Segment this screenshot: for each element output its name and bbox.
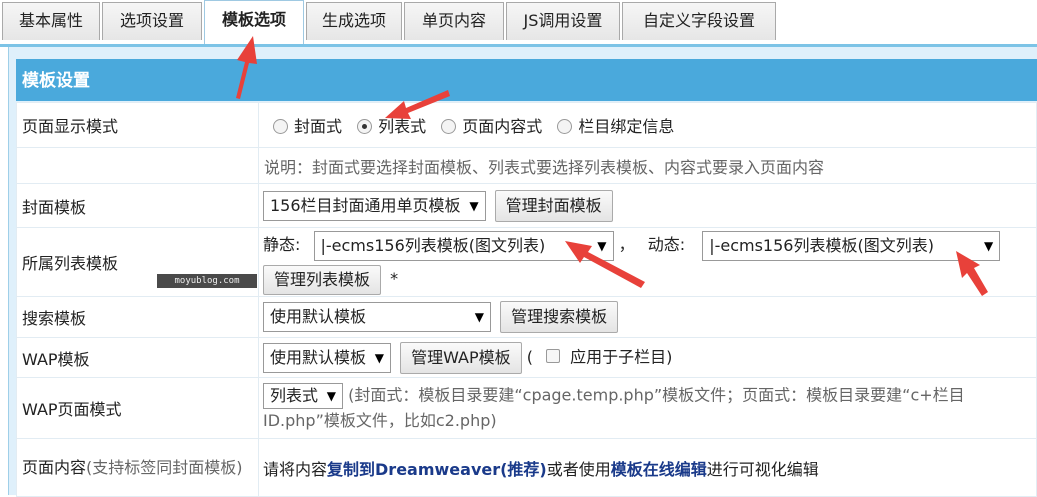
dropdown-arrow-icon: ▼ xyxy=(469,198,479,213)
dropdown-arrow-icon: ▼ xyxy=(374,350,385,365)
dynamic-label: 动态: xyxy=(647,235,686,254)
apply-to-subcolumns-label[interactable]: 应用于子栏目) xyxy=(570,347,672,366)
dynamic-list-template-select[interactable]: |-ecms156列表模板(图文列表) ▼ xyxy=(702,230,1001,261)
page-content-text-prefix: 请将内容 xyxy=(263,459,328,479)
display-mode-options: 封面式 列表式 页面内容式 栏目绑定信息 xyxy=(258,102,1037,148)
panel-title: 模板设置 xyxy=(16,59,1037,101)
row-wap-mode: WAP页面模式 列表式 ▼ (封面式：模板目录要建“cpage.temp.php… xyxy=(16,377,1037,439)
search-template-select[interactable]: 使用默认模板 ▼ xyxy=(263,302,491,332)
row-page-content: 页面内容(支持标签同封面模板) 请将内容复制到Dreamweaver(推荐)或者… xyxy=(16,438,1037,497)
display-mode-note: 说明：封面式要选择封面模板、列表式要选择列表模板、内容式要录入页面内容 xyxy=(258,147,1037,184)
tab-option-settings[interactable]: 选项设置 xyxy=(102,2,202,40)
wap-mode-select[interactable]: 列表式 ▼ xyxy=(263,383,344,409)
radio-page-content[interactable] xyxy=(441,119,457,134)
dynamic-list-template-value: |-ecms156列表模板(图文列表) xyxy=(709,235,934,255)
wap-mode-value: 列表式 xyxy=(270,386,319,405)
page-content-label: 页面内容 xyxy=(22,457,87,477)
page-content-text-suffix: 进行可视化编辑 xyxy=(706,459,819,479)
apply-to-subcolumns-checkbox[interactable] xyxy=(546,349,561,363)
empty-label xyxy=(16,147,259,184)
tab-js-call-settings[interactable]: JS调用设置 xyxy=(506,2,620,40)
search-template-value: 使用默认模板 xyxy=(270,307,367,326)
row-cover-template: 封面模板 156栏目封面通用单页模板 ▼ 管理封面模板 xyxy=(16,183,1037,228)
wap-template-value: 使用默认模板 xyxy=(270,347,367,367)
radio-bind-info[interactable] xyxy=(557,119,573,134)
display-mode-label: 页面显示模式 xyxy=(16,102,259,148)
online-template-edit-link[interactable]: 模板在线编辑 xyxy=(611,460,707,479)
static-label: 静态: xyxy=(263,235,301,254)
template-settings-form: 页面显示模式 封面式 列表式 页面内容式 栏目绑定信息 说明：封面式要选择封面模… xyxy=(16,102,1037,497)
dropdown-arrow-icon: ▼ xyxy=(326,389,337,403)
radio-list[interactable] xyxy=(357,119,373,134)
wap-template-label: WAP模板 xyxy=(16,337,259,378)
watermark: moyublog.com xyxy=(157,274,257,288)
radio-cover[interactable] xyxy=(273,119,288,134)
dropdown-arrow-icon: ▼ xyxy=(597,238,607,253)
manage-list-template-button[interactable]: 管理列表模板 xyxy=(263,264,382,295)
copy-to-dreamweaver-link[interactable]: 复制到Dreamweaver(推荐) xyxy=(327,460,547,479)
cover-template-select[interactable]: 156栏目封面通用单页模板 ▼ xyxy=(263,190,486,221)
wap-mode-label: WAP页面模式 xyxy=(16,377,259,439)
tab-generate-options[interactable]: 生成选项 xyxy=(306,2,402,40)
radio-page-content-label[interactable]: 页面内容式 xyxy=(462,117,542,136)
row-wap-template: WAP模板 使用默认模板 ▼ 管理WAP模板 ( 应用于子栏目) xyxy=(16,337,1037,378)
static-list-template-select[interactable]: |-ecms156列表模板(图文列表) ▼ xyxy=(313,230,614,261)
paren-open: ( xyxy=(526,347,533,366)
manage-cover-template-button[interactable]: 管理封面模板 xyxy=(494,189,613,222)
manage-search-template-button[interactable]: 管理搜索模板 xyxy=(500,301,619,333)
tab-single-page-content[interactable]: 单页内容 xyxy=(404,2,504,40)
tab-bar: 基本属性 选项设置 模板选项 生成选项 单页内容 JS调用设置 自定义字段设置 xyxy=(0,0,1037,47)
static-list-template-value: |-ecms156列表模板(图文列表) xyxy=(320,235,546,255)
page-content-label-note: (支持标签同封面模板) xyxy=(86,457,243,477)
required-mark: * xyxy=(390,269,399,288)
radio-bind-info-label[interactable]: 栏目绑定信息 xyxy=(578,117,674,136)
row-display-mode: 页面显示模式 封面式 列表式 页面内容式 栏目绑定信息 xyxy=(16,102,1037,148)
cover-template-value: 156栏目封面通用单页模板 xyxy=(270,195,461,215)
wap-mode-note: (封面式：模板目录要建“cpage.temp.php”模板文件；页面式：模板目录… xyxy=(263,385,965,431)
radio-list-label[interactable]: 列表式 xyxy=(378,117,426,136)
tab-basic-properties[interactable]: 基本属性 xyxy=(2,2,100,40)
page-content-label-cell: 页面内容(支持标签同封面模板) xyxy=(16,438,259,497)
dropdown-arrow-icon: ▼ xyxy=(983,238,994,253)
radio-cover-label[interactable]: 封面式 xyxy=(294,117,342,136)
tab-template-options[interactable]: 模板选项 xyxy=(204,0,304,44)
separator: ， xyxy=(618,235,635,254)
row-display-mode-note: 说明：封面式要选择封面模板、列表式要选择列表模板、内容式要录入页面内容 xyxy=(16,147,1037,184)
row-search-template: 搜索模板 使用默认模板 ▼ 管理搜索模板 xyxy=(16,296,1037,338)
wap-template-select[interactable]: 使用默认模板 ▼ xyxy=(263,342,392,373)
search-template-label: 搜索模板 xyxy=(16,296,259,338)
manage-wap-template-button[interactable]: 管理WAP模板 xyxy=(400,341,522,374)
tab-custom-field-settings[interactable]: 自定义字段设置 xyxy=(622,2,776,40)
dropdown-arrow-icon: ▼ xyxy=(474,310,484,324)
cover-template-label: 封面模板 xyxy=(16,183,259,228)
page-content-text-mid: 或者使用 xyxy=(546,459,611,479)
